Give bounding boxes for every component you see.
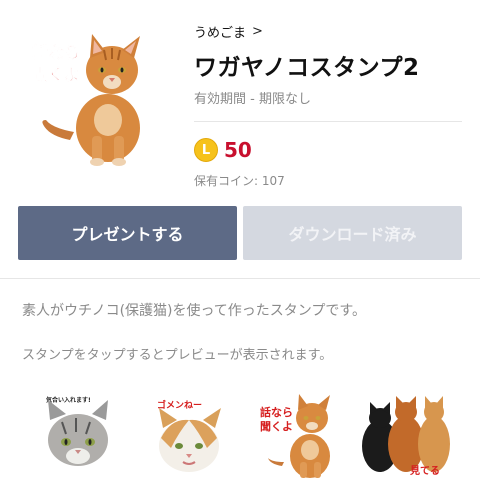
- price-row: L 50: [194, 136, 464, 164]
- present-button[interactable]: プレゼントする: [18, 206, 237, 260]
- downloaded-button[interactable]: ダウンロード済み: [243, 206, 462, 260]
- owned-coins: 保有コイン: 107: [194, 174, 285, 188]
- sticker-thumbnail-2[interactable]: ゴメンねー: [131, 388, 241, 480]
- sticker-grid: 気合い入れます! ゴメンねー 話なら 聞くよ 見てる: [0, 388, 480, 480]
- chevron-right-icon: >: [252, 23, 263, 39]
- sticker-1-caption: 気合い入れます!: [46, 396, 91, 404]
- sticker-2-caption: ゴメンねー: [157, 399, 202, 411]
- main-sticker-image: 話なら 聞くよ: [32, 34, 140, 166]
- sticker-title: ワガヤノコスタンプ2: [194, 55, 420, 81]
- info-divider: [194, 121, 462, 122]
- author-link[interactable]: うめごま >: [194, 20, 464, 42]
- price-value: 50: [224, 138, 252, 162]
- sticker-header: 話なら 聞くよ うめごま > ワガヤノコスタンプ2 有効期間 - 期限なし L …: [0, 0, 480, 196]
- sticker-3-caption-line1: 話なら: [260, 405, 293, 419]
- sticker-4-caption: 見てる: [409, 465, 440, 477]
- main-sticker-caption-line1: 話なら: [32, 43, 80, 62]
- sticker-thumbnail-1[interactable]: 気合い入れます!: [10, 388, 120, 480]
- line-coin-icon: L: [194, 138, 218, 162]
- sticker-info: うめごま > ワガヤノコスタンプ2 有効期間 - 期限なし L 50 保有コイン…: [194, 20, 464, 189]
- sticker-3-caption-line2: 聞くよ: [260, 420, 293, 433]
- description-text: 素人がウチノコ(保護猫)を使って作ったスタンプです。: [22, 303, 366, 319]
- sticker-thumbnail-3[interactable]: 話なら 聞くよ: [248, 388, 358, 480]
- author-name: うめごま: [194, 25, 247, 41]
- preview-hint-text: スタンプをタップするとプレビューが表示されます。: [22, 348, 333, 363]
- sticker-thumbnail-4[interactable]: 見てる: [354, 388, 464, 480]
- main-sticker-caption-line2: 聞くよ: [32, 65, 80, 84]
- validity-period: 有効期間 - 期限なし: [194, 92, 311, 107]
- section-divider: [0, 278, 480, 279]
